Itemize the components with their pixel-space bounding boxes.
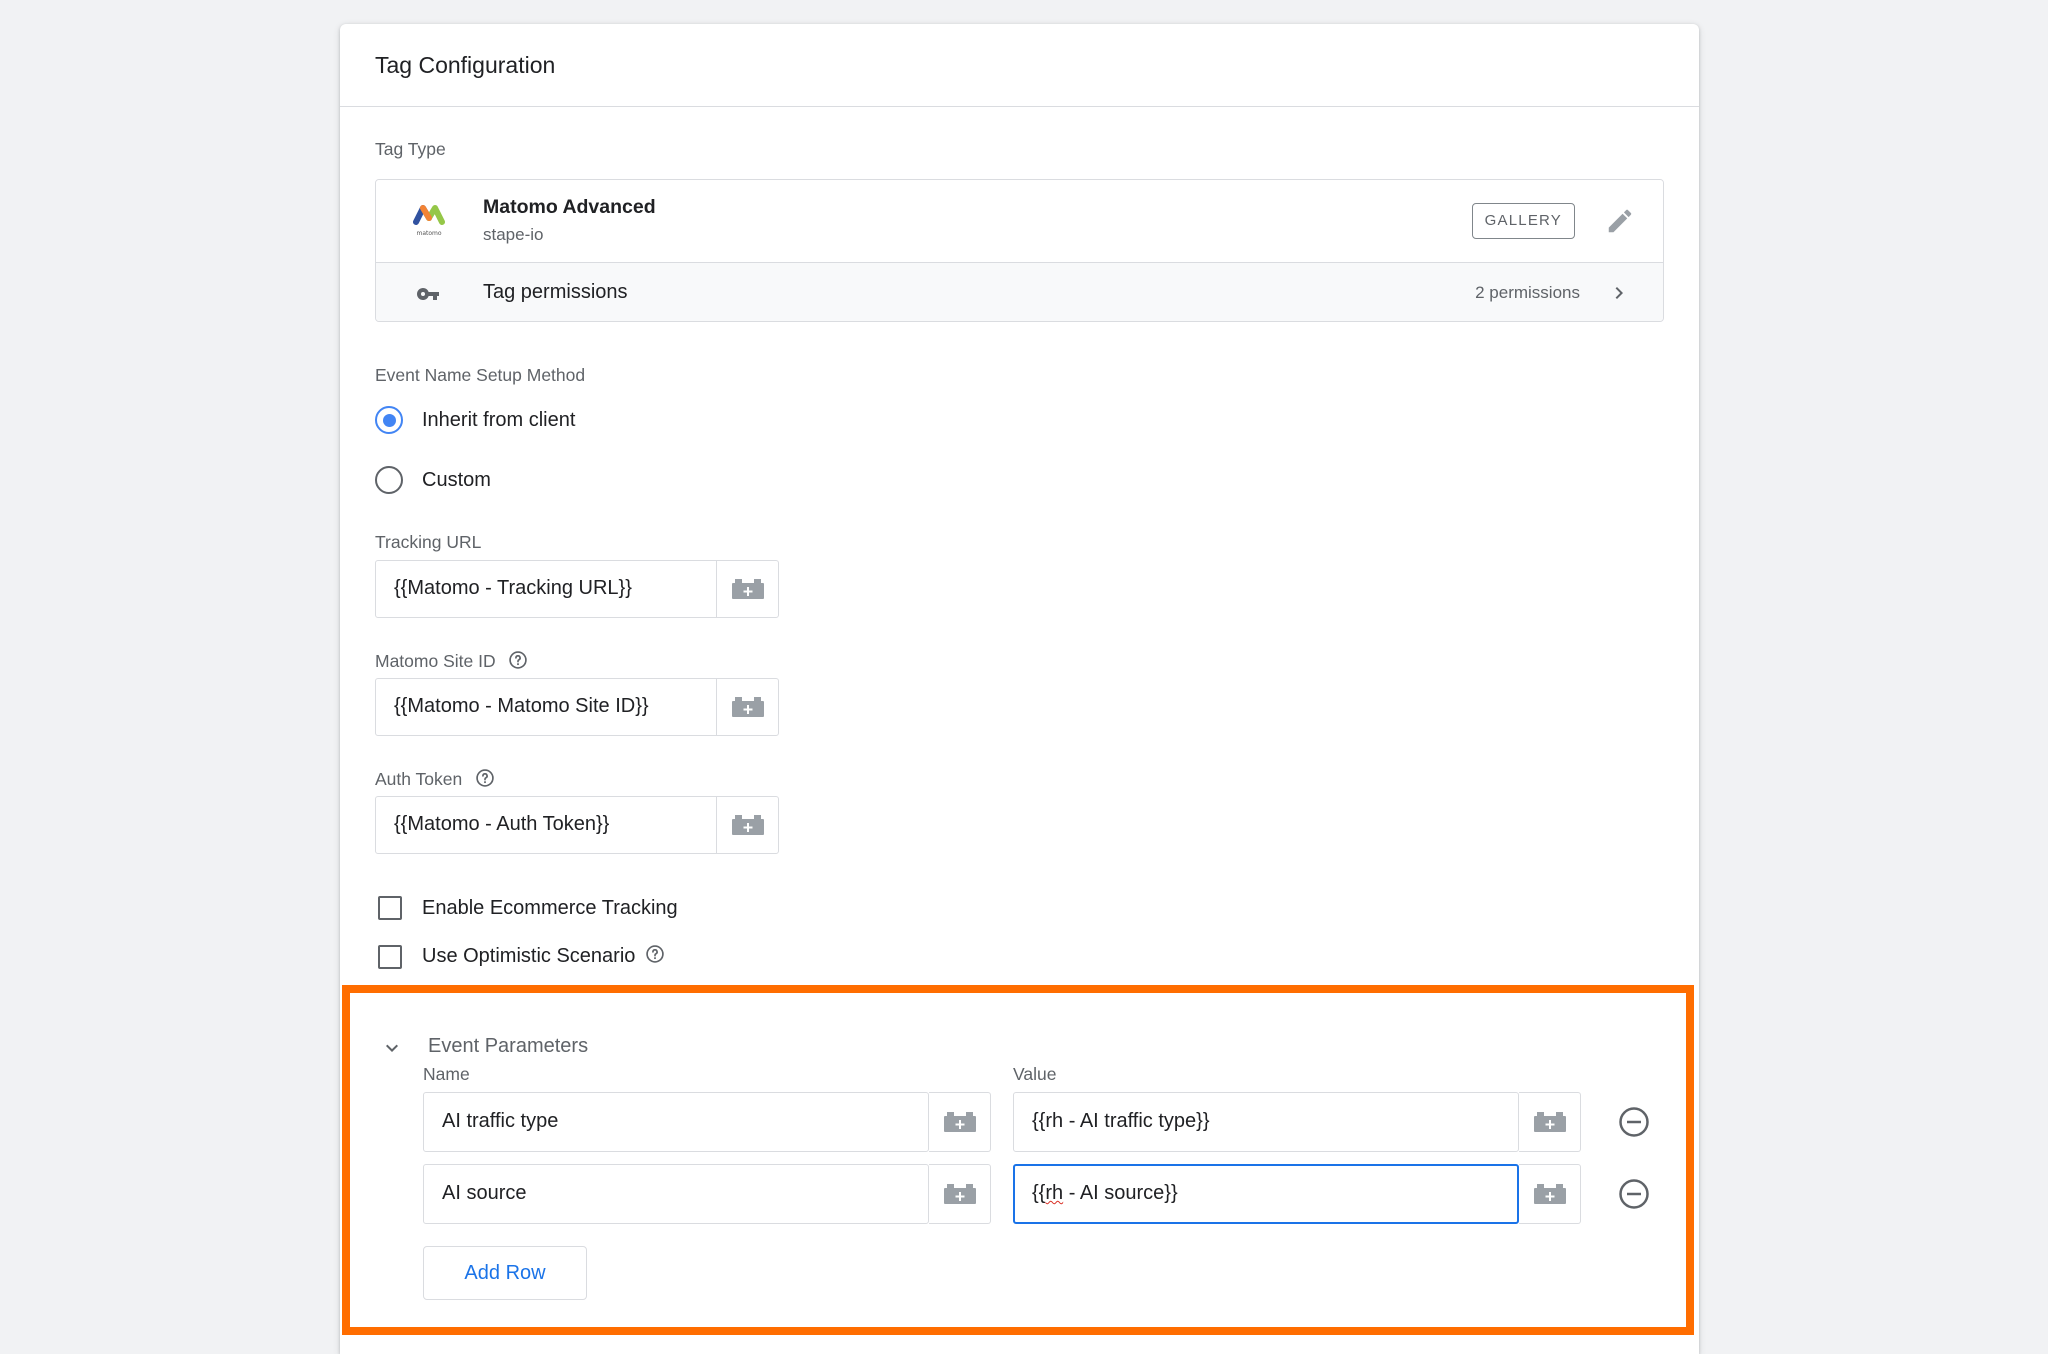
pencil-edit-icon[interactable]	[1605, 206, 1635, 241]
radio-button-unselected[interactable]	[375, 466, 403, 494]
param-name-input[interactable]: AI source	[423, 1164, 929, 1224]
site-id-value: {{Matomo - Matomo Site ID}}	[394, 695, 649, 717]
checkbox-enable-ecommerce[interactable]: Enable Ecommerce Tracking	[378, 896, 678, 920]
param-value-input-focused[interactable]: {{rh - AI source}}	[1013, 1164, 1519, 1224]
name-column-label: Name	[423, 1064, 470, 1084]
event-parameters-title[interactable]: Event Parameters	[428, 1035, 588, 1058]
tag-permissions-label: Tag permissions	[483, 281, 628, 303]
tag-permissions-row[interactable]: Tag permissions 2 permissions	[376, 262, 1663, 321]
checkbox-label-ecommerce: Enable Ecommerce Tracking	[422, 896, 678, 919]
site-id-label: Matomo Site ID	[375, 650, 528, 675]
remove-row-icon[interactable]	[1618, 1178, 1650, 1210]
tracking-url-value: {{Matomo - Tracking URL}}	[394, 577, 632, 599]
tracking-url-label: Tracking URL	[375, 532, 482, 552]
tag-type-selector[interactable]: matomo Matomo Advanced stape-io GALLERY	[376, 180, 1663, 262]
permissions-count: 2 permissions	[1475, 283, 1580, 302]
radio-label-inherit: Inherit from client	[422, 408, 576, 431]
chevron-down-icon[interactable]	[380, 1036, 404, 1065]
param-value-value: {{rh - AI source}}	[1032, 1182, 1178, 1204]
param-value-input[interactable]: {{rh - AI traffic type}}	[1013, 1092, 1519, 1152]
misspelled-word: rh	[1045, 1182, 1064, 1204]
checkbox-unchecked[interactable]	[378, 944, 402, 969]
variable-picker-icon[interactable]	[929, 1164, 991, 1224]
auth-token-label: Auth Token	[375, 768, 495, 793]
variable-picker-icon[interactable]	[929, 1092, 991, 1152]
remove-row-icon[interactable]	[1618, 1106, 1650, 1138]
variable-picker-icon[interactable]	[716, 679, 778, 735]
radio-inherit-from-client[interactable]: Inherit from client	[375, 406, 575, 434]
help-icon[interactable]	[645, 944, 665, 969]
tag-type-label: Tag Type	[375, 139, 446, 159]
chevron-right-icon	[1607, 281, 1631, 310]
checkbox-label-optimistic: Use Optimistic Scenario	[422, 945, 636, 967]
variable-picker-icon[interactable]	[716, 561, 778, 617]
auth-token-value: {{Matomo - Auth Token}}	[394, 813, 610, 835]
value-column-label: Value	[1013, 1064, 1057, 1084]
matomo-logo-text: matomo	[416, 230, 441, 237]
card-title: Tag Configuration	[375, 51, 556, 78]
variable-picker-icon[interactable]	[1519, 1164, 1581, 1224]
checkbox-optimistic-scenario[interactable]: Use Optimistic Scenario	[378, 944, 665, 969]
help-icon[interactable]	[475, 768, 495, 793]
radio-label-custom: Custom	[422, 468, 491, 491]
event-name-setup-label: Event Name Setup Method	[375, 365, 586, 385]
radio-custom[interactable]: Custom	[375, 466, 491, 494]
gallery-button[interactable]: GALLERY	[1471, 203, 1575, 239]
site-id-input[interactable]: {{Matomo - Matomo Site ID}}	[375, 678, 779, 736]
param-name-value: AI traffic type	[442, 1110, 559, 1132]
variable-picker-icon[interactable]	[1519, 1092, 1581, 1152]
site-id-label-text: Matomo Site ID	[375, 651, 496, 672]
card-header: Tag Configuration	[340, 24, 1699, 107]
tag-configuration-card: Tag Configuration Tag Type matomo Matomo…	[340, 24, 1699, 1354]
tag-type-box: matomo Matomo Advanced stape-io GALLERY …	[375, 179, 1664, 322]
auth-token-input[interactable]: {{Matomo - Auth Token}}	[375, 796, 779, 854]
param-name-value: AI source	[442, 1182, 527, 1204]
tag-type-vendor: stape-io	[483, 225, 544, 244]
help-icon[interactable]	[508, 650, 528, 675]
matomo-logo-icon: matomo	[412, 202, 446, 243]
checkbox-unchecked[interactable]	[378, 896, 402, 920]
param-value-value: {{rh - AI traffic type}}	[1032, 1110, 1210, 1132]
auth-token-label-text: Auth Token	[375, 769, 463, 790]
tag-type-name: Matomo Advanced	[483, 196, 656, 218]
radio-button-selected[interactable]	[375, 406, 403, 434]
add-row-button[interactable]: Add Row	[423, 1246, 587, 1300]
param-name-input[interactable]: AI traffic type	[423, 1092, 929, 1152]
variable-picker-icon[interactable]	[716, 797, 778, 853]
key-icon	[416, 282, 440, 311]
tracking-url-input[interactable]: {{Matomo - Tracking URL}}	[375, 560, 779, 618]
